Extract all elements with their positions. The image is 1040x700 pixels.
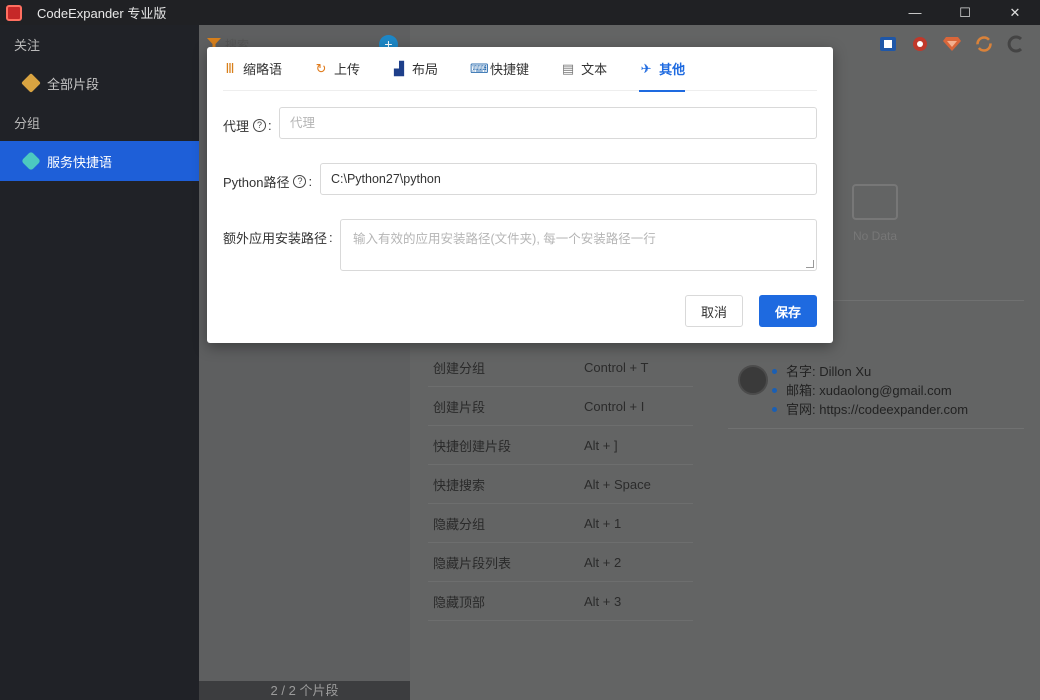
- tab-label: 文本: [581, 62, 608, 77]
- python-path-input[interactable]: C:\Python27\python: [320, 163, 817, 195]
- resize-handle-icon[interactable]: [806, 260, 814, 268]
- shortcut-name: 创建片段: [433, 399, 486, 415]
- bars-icon: Ⅲ: [225, 60, 235, 76]
- shortcut-key: Alt + 3: [584, 593, 622, 609]
- maximize-button[interactable]: ☐: [940, 0, 990, 25]
- table-row: 快捷搜索 Alt + Space: [428, 465, 693, 504]
- table-row: 创建片段 Control + I: [428, 387, 693, 426]
- tab-label: 缩略语: [243, 62, 283, 77]
- tab-hotkeys[interactable]: ⌨ 快捷键: [470, 47, 529, 91]
- avatar: [738, 365, 768, 395]
- divider: [728, 428, 1024, 429]
- table-row: 隐藏分组 Alt + 1: [428, 504, 693, 543]
- extra-path-textarea[interactable]: 输入有效的应用安装路径(文件夹), 每一个安装路径一行: [340, 219, 817, 271]
- sync-icon: ↻: [315, 60, 327, 76]
- list-item: 官网: https://codeexpander.com: [772, 400, 968, 419]
- keyboard-icon: ⌨: [470, 60, 489, 76]
- window-controls: — ☐ ✕: [890, 0, 1040, 25]
- text-icon: ▤: [561, 60, 575, 76]
- toolbar: [878, 34, 1026, 54]
- export-icon[interactable]: [878, 34, 898, 54]
- app-title: CodeExpander 专业版: [37, 6, 167, 21]
- shortcut-name: 快捷创建片段: [433, 438, 512, 454]
- tab-text[interactable]: ▤ 文本: [561, 47, 607, 91]
- shortcut-name: 隐藏顶部: [433, 594, 486, 610]
- section-groups: 分组: [14, 115, 41, 131]
- tab-layout[interactable]: ▟ 布局: [392, 47, 438, 91]
- title-bar: CodeExpander 专业版 — ☐ ✕: [0, 0, 1040, 25]
- snippet-count: 2 / 2 个片段: [199, 681, 410, 700]
- sidebar-item-label: 服务快捷语: [47, 154, 113, 170]
- help-icon[interactable]: ?: [253, 119, 267, 132]
- codeexpander-logo-icon[interactable]: [1006, 34, 1026, 54]
- table-row: 隐藏片段列表 Alt + 2: [428, 543, 693, 582]
- tab-abbreviation[interactable]: Ⅲ 缩略语: [223, 47, 283, 91]
- profile-name: 名字: Dillon Xu: [786, 364, 872, 379]
- proxy-label: 代理 ? :: [223, 118, 272, 134]
- profile-email[interactable]: 邮箱: xudaolong@gmail.com: [786, 381, 952, 400]
- save-button[interactable]: 保存: [759, 295, 817, 327]
- shortcut-name: 隐藏分组: [433, 516, 486, 532]
- section-follow: 关注: [14, 37, 41, 53]
- tab-label: 布局: [412, 62, 439, 77]
- no-data-text: No Data: [852, 229, 898, 243]
- sidebar: 关注 全部片段 分组 服务快捷语: [0, 25, 199, 700]
- shortcut-key: Alt + Space: [584, 476, 651, 492]
- profile-website[interactable]: 官网: https://codeexpander.com: [786, 400, 968, 419]
- author-profile: 名字: Dillon Xu 邮箱: xudaolong@gmail.com 官网…: [738, 362, 968, 419]
- diamond-icon[interactable]: [942, 34, 962, 54]
- shortcut-table: 创建分组 Control + T 创建片段 Control + I 快捷创建片段 Al…: [428, 348, 693, 621]
- list-item: 名字: Dillon Xu: [772, 362, 968, 381]
- tab-label: 其他: [659, 62, 686, 77]
- layout-icon: ▟: [394, 60, 405, 76]
- help-icon[interactable]: ?: [293, 175, 307, 188]
- tag-icon: [21, 73, 41, 93]
- extra-path-label: 额外应用安装路径 :: [223, 230, 333, 246]
- python-path-label: Python路径 ? :: [223, 174, 313, 190]
- no-data-placeholder: No Data: [848, 184, 902, 243]
- proxy-input[interactable]: 代理: [279, 107, 817, 139]
- sidebar-item-all-snippets[interactable]: 全部片段: [0, 63, 199, 103]
- settings-dialog: Ⅲ 缩略语 ↻ 上传 ▟ 布局 ⌨ 快捷键 ▤ 文本 ✈ 其他 代理 ? : 代…: [207, 47, 833, 343]
- sync-icon[interactable]: [974, 34, 994, 54]
- shortcut-name: 快捷搜索: [433, 477, 486, 493]
- table-row: 创建分组 Control + T: [428, 348, 693, 387]
- shortcut-name: 创建分组: [433, 360, 486, 376]
- tab-label: 快捷键: [490, 62, 530, 77]
- shortcut-key: Control + T: [584, 359, 649, 375]
- settings-tabs: Ⅲ 缩略语 ↻ 上传 ▟ 布局 ⌨ 快捷键 ▤ 文本 ✈ 其他: [223, 47, 817, 92]
- tab-upload[interactable]: ↻ 上传: [314, 47, 360, 91]
- shortcut-key: Control + I: [584, 398, 645, 414]
- tab-label: 上传: [334, 62, 361, 77]
- bug-icon[interactable]: [910, 34, 930, 54]
- profile-info: 名字: Dillon Xu 邮箱: xudaolong@gmail.com 官网…: [772, 362, 968, 419]
- cancel-button[interactable]: 取消: [685, 295, 743, 327]
- shortcut-name: 隐藏片段列表: [433, 555, 512, 571]
- shortcut-key: Alt + ]: [584, 437, 618, 453]
- table-row: 快捷创建片段 Alt + ]: [428, 426, 693, 465]
- minimize-button[interactable]: —: [890, 0, 940, 25]
- sidebar-item-service-group[interactable]: 服务快捷语: [0, 141, 199, 181]
- table-row: 隐藏顶部 Alt + 3: [428, 582, 693, 621]
- shortcut-key: Alt + 1: [584, 515, 622, 531]
- shortcut-key: Alt + 2: [584, 554, 622, 570]
- plane-icon: ✈: [640, 60, 652, 76]
- list-item: 邮箱: xudaolong@gmail.com: [772, 381, 968, 400]
- app-logo-icon: [6, 4, 22, 21]
- sidebar-item-label: 全部片段: [47, 76, 100, 92]
- tag-icon: [21, 151, 41, 171]
- close-button[interactable]: ✕: [990, 0, 1040, 25]
- tab-other[interactable]: ✈ 其他: [639, 47, 686, 92]
- inbox-icon: [852, 184, 898, 220]
